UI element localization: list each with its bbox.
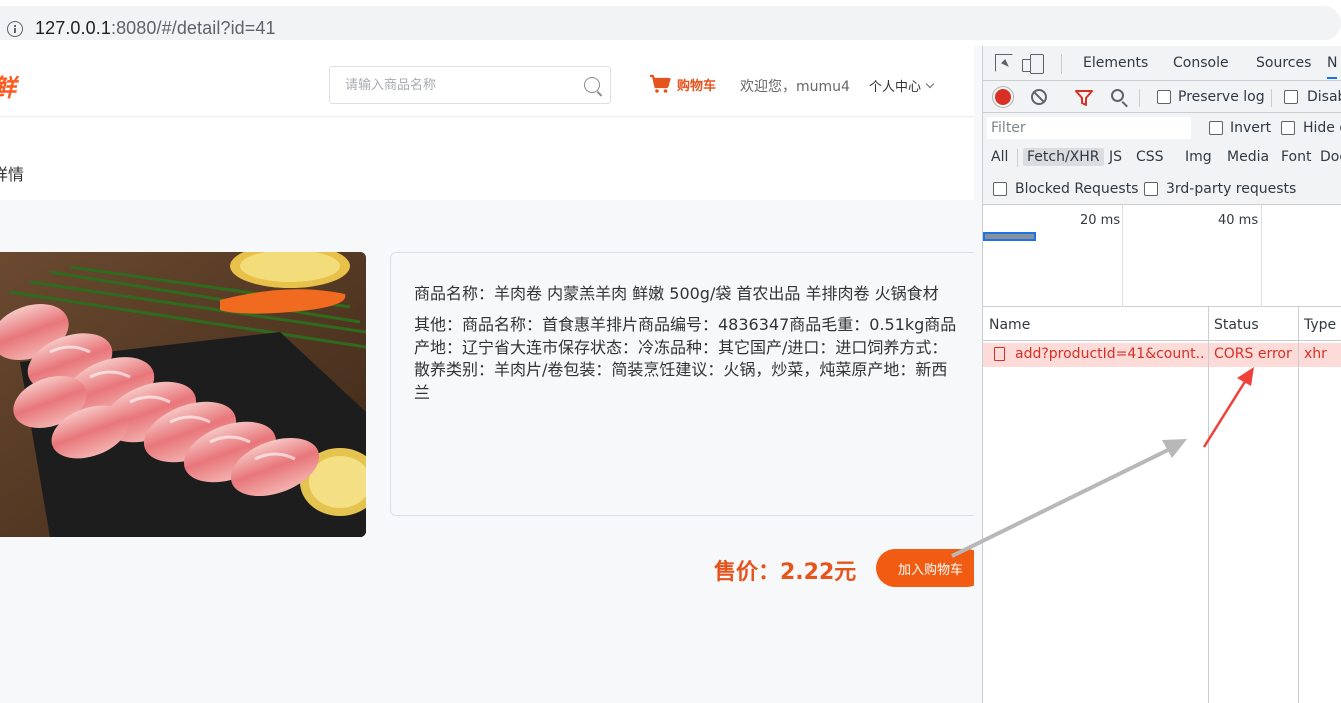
- tab-network[interactable]: N: [1327, 55, 1338, 79]
- third-party-checkbox[interactable]: [1144, 182, 1158, 196]
- tab-elements[interactable]: Elements: [1083, 55, 1148, 71]
- record-icon[interactable]: [995, 89, 1011, 105]
- lamb-rolls-photo: [0, 252, 366, 537]
- breadcrumb-bar: 详情: [0, 118, 974, 200]
- tab-console[interactable]: Console: [1173, 55, 1229, 71]
- inspect-element-icon[interactable]: [995, 54, 1013, 72]
- hide-data-urls-checkbox[interactable]: [1281, 121, 1295, 135]
- requests-table-header: Name Status Type: [983, 307, 1341, 341]
- invert-label: Invert: [1230, 120, 1272, 136]
- preserve-log-label: Preserve log: [1178, 89, 1265, 105]
- filter-row: Invert Hide d: [983, 113, 1341, 143]
- timeline-gridline: [1122, 205, 1123, 307]
- type-font[interactable]: Font: [1277, 148, 1315, 166]
- filter-input[interactable]: [987, 117, 1191, 139]
- request-name: add?productId=41&count...: [1015, 346, 1203, 362]
- user-center-menu[interactable]: 个人中心: [869, 76, 935, 95]
- divider: [1017, 149, 1018, 167]
- hide-data-urls-label: Hide d: [1303, 120, 1341, 136]
- timeline-gridline: [1261, 205, 1262, 307]
- type-doc[interactable]: Doc: [1316, 148, 1341, 166]
- blocked-requests-checkbox[interactable]: [993, 182, 1007, 196]
- filter-funnel-icon[interactable]: [1075, 90, 1093, 106]
- product-name: 商品名称：羊肉卷 内蒙羔羊肉 鲜嫩 500g/袋 首农出品 羊排肉卷 火锅食材: [414, 284, 939, 303]
- divider: [1139, 89, 1140, 107]
- welcome-text: 欢迎您，mumu4: [740, 79, 850, 95]
- blocked-requests-label: Blocked Requests: [1015, 181, 1139, 197]
- invert-checkbox[interactable]: [1209, 121, 1223, 135]
- browser-address-bar: 127.0.0.1:8080/#/detail?id=41: [0, 0, 1341, 46]
- url-field[interactable]: 127.0.0.1:8080/#/detail?id=41: [0, 6, 1341, 40]
- search-box: [329, 66, 611, 104]
- type-css[interactable]: CSS: [1132, 148, 1168, 166]
- web-page: 鲜 购物车 欢迎您，mumu4 个人中心 详情: [0, 46, 974, 703]
- divider: [1271, 89, 1272, 107]
- type-media[interactable]: Media: [1223, 148, 1273, 166]
- disable-cache-label: Disab: [1307, 89, 1341, 105]
- type-fetch-xhr[interactable]: Fetch/XHR: [1023, 148, 1104, 166]
- type-js[interactable]: JS: [1105, 148, 1126, 166]
- column-name[interactable]: Name: [989, 317, 1030, 333]
- request-type: xhr: [1304, 346, 1327, 362]
- product-details: 其他：商品名称：首食惠羊排片商品编号：4836347商品毛重：0.51kg商品产…: [414, 315, 957, 402]
- resource-type-filters: All Fetch/XHR JS CSS Img Media Font Doc: [983, 143, 1341, 173]
- product-info-box: 商品名称：羊肉卷 内蒙羔羊肉 鲜嫩 500g/袋 首农出品 羊排肉卷 火锅食材 …: [390, 252, 974, 516]
- breadcrumb: 详情: [0, 165, 25, 184]
- user-center-label: 个人中心: [869, 80, 922, 95]
- network-timeline[interactable]: 20 ms 40 ms: [983, 205, 1341, 307]
- cart-label: 购物车: [677, 78, 717, 94]
- request-status: CORS error: [1214, 346, 1292, 362]
- column-divider: [1298, 307, 1299, 703]
- column-type[interactable]: Type: [1304, 317, 1336, 333]
- table-row[interactable]: add?productId=41&count... CORS error xhr: [983, 343, 1341, 367]
- devtools-tab-bar: Elements Console Sources N: [983, 46, 1341, 81]
- timeline-request-bar: [983, 232, 1036, 241]
- device-toolbar-icon[interactable]: [1022, 54, 1045, 74]
- request-filters-row: Blocked Requests 3rd-party requests: [983, 173, 1341, 205]
- search-icon[interactable]: [1111, 89, 1124, 102]
- timeline-tick-40ms: 40 ms: [1218, 213, 1259, 228]
- tab-sources[interactable]: Sources: [1256, 55, 1311, 71]
- url-text[interactable]: 127.0.0.1:8080/#/detail?id=41: [35, 18, 276, 39]
- page-edge: [974, 46, 982, 703]
- clear-icon[interactable]: [1031, 89, 1047, 105]
- third-party-label: 3rd-party requests: [1166, 181, 1297, 197]
- cart-icon: [650, 74, 671, 93]
- chevron-down-icon: [925, 79, 935, 88]
- site-info-icon[interactable]: [7, 21, 23, 37]
- disable-cache-checkbox[interactable]: [1284, 90, 1298, 104]
- site-header: 鲜 购物车 欢迎您，mumu4 个人中心: [0, 46, 974, 117]
- divider: [1061, 54, 1062, 74]
- type-img[interactable]: Img: [1181, 148, 1216, 166]
- preserve-log-checkbox[interactable]: [1157, 90, 1171, 104]
- requests-table: Name Status Type add?productId=41&count.…: [983, 307, 1341, 703]
- product-price: 售价：2.22元: [714, 560, 857, 585]
- document-icon: [994, 347, 1005, 361]
- devtools-panel: Elements Console Sources N Preserve log …: [982, 46, 1341, 703]
- timeline-tick-20ms: 20 ms: [1080, 213, 1121, 228]
- logo[interactable]: 鲜: [0, 68, 16, 103]
- cart-link[interactable]: 购物车: [649, 74, 716, 94]
- type-all[interactable]: All: [987, 148, 1012, 166]
- column-divider: [1208, 307, 1209, 703]
- add-to-cart-button[interactable]: 加入购物车: [876, 549, 974, 587]
- column-status[interactable]: Status: [1214, 317, 1259, 333]
- search-icon[interactable]: [584, 77, 600, 93]
- product-image: [0, 252, 366, 537]
- search-input[interactable]: [330, 67, 570, 103]
- network-toolbar: Preserve log Disab: [983, 81, 1341, 113]
